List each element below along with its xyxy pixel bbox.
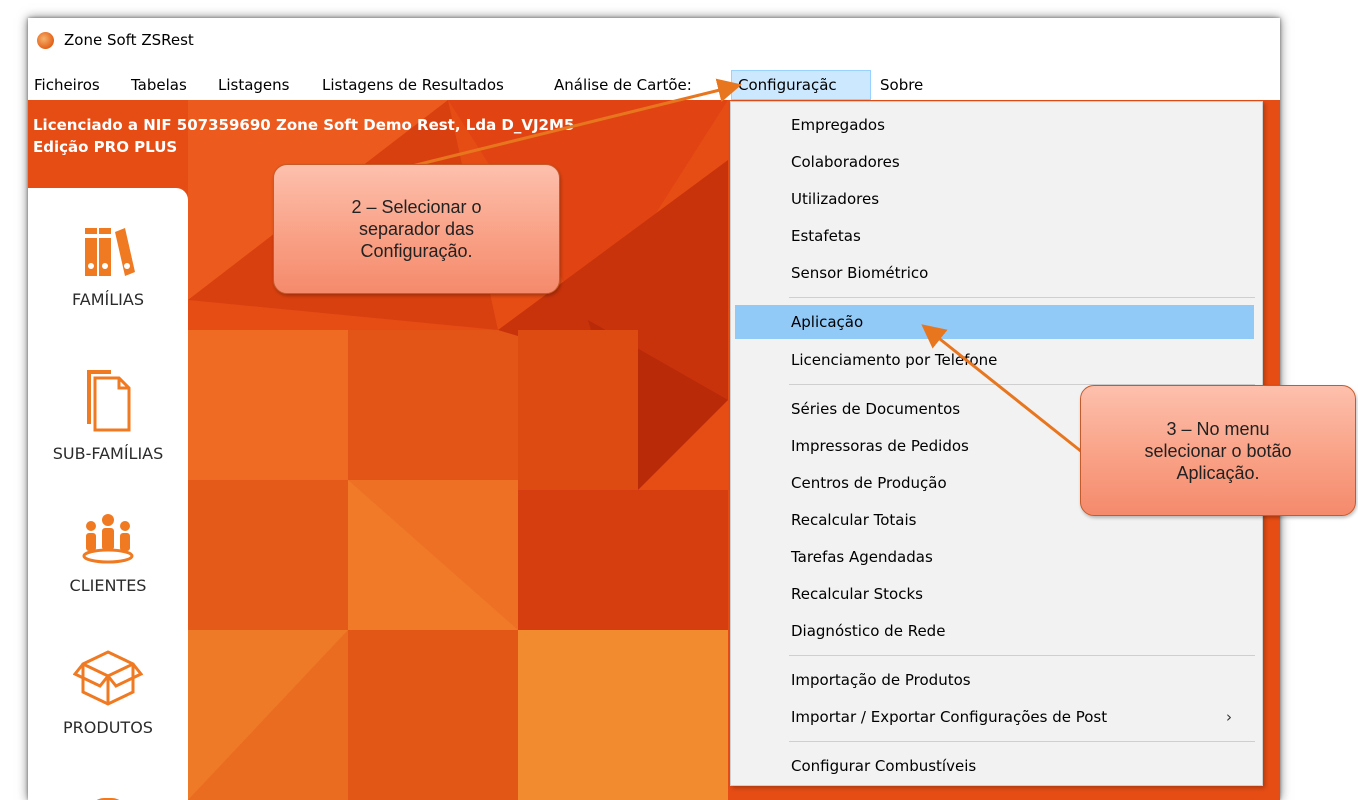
menu-item-sensor-biometrico[interactable]: Sensor Biométrico — [735, 256, 1254, 290]
callout-step-2-text: 2 – Selecionar o separador das Configura… — [351, 197, 482, 261]
menu-item-importar-exportar-configuracoes[interactable]: Importar / Exportar Configurações de Pos… — [735, 700, 1254, 734]
sidebar-item-label: FAMÍLIAS — [72, 290, 144, 309]
menu-item-empregados[interactable]: Empregados — [735, 108, 1254, 142]
callout-step-2: 2 – Selecionar o separador das Configura… — [273, 164, 560, 294]
menu-tabelas[interactable]: Tabelas — [125, 70, 193, 100]
menu-item-colaboradores[interactable]: Colaboradores — [735, 145, 1254, 179]
sidebar: FAMÍLIAS SUB-FAMÍLIAS CLIENTES PRODUTOS — [28, 188, 188, 800]
sidebar-item-sub-familias[interactable]: SUB-FAMÍLIAS — [28, 364, 188, 463]
menu-item-configurar-combustiveis[interactable]: Configurar Combustíveis — [735, 749, 1254, 783]
menu-bar: Ficheiros Tabelas Listagens Listagens de… — [28, 70, 1280, 100]
menu-analise-cartoes[interactable]: Análise de Cartõe: — [548, 70, 698, 100]
menu-item-tarefas-agendadas[interactable]: Tarefas Agendadas — [735, 540, 1254, 574]
edition-text: Edição PRO PLUS — [33, 138, 178, 156]
callout-step-3: 3 – No menu selecionar o botão Aplicação… — [1080, 385, 1356, 516]
menu-listagens[interactable]: Listagens — [212, 70, 295, 100]
menu-item-importacao-produtos[interactable]: Importação de Produtos — [735, 663, 1254, 697]
menu-separator — [789, 741, 1255, 742]
menu-item-diagnostico-rede[interactable]: Diagnóstico de Rede — [735, 614, 1254, 648]
sidebar-item-label: CLIENTES — [69, 576, 147, 595]
callout-step-3-text: 3 – No menu selecionar o botão Aplicação… — [1144, 418, 1292, 483]
people-icon — [82, 514, 134, 564]
menu-listagens-resultados[interactable]: Listagens de Resultados — [316, 70, 510, 100]
menu-item-label: Importar / Exportar Configurações de Pos… — [791, 708, 1108, 726]
menu-configuracao[interactable]: Configuraçãc — [731, 70, 871, 100]
documents-icon — [87, 370, 131, 432]
submenu-arrow-icon: › — [1226, 708, 1232, 726]
menu-separator — [789, 297, 1255, 298]
menu-ficheiros[interactable]: Ficheiros — [28, 70, 106, 100]
box-icon — [73, 650, 143, 706]
sidebar-item-clientes[interactable]: CLIENTES — [28, 510, 188, 595]
license-holder-text: Licenciado a NIF 507359690 Zone Soft Dem… — [33, 116, 575, 134]
license-info: Licenciado a NIF 507359690 Zone Soft Dem… — [33, 114, 574, 158]
menu-sobre[interactable]: Sobre — [874, 70, 929, 100]
menu-item-licenciamento-telefone[interactable]: Licenciamento por Telefone — [735, 343, 1254, 377]
binders-icon — [85, 228, 135, 276]
menu-separator — [789, 655, 1255, 656]
sidebar-item-label: PRODUTOS — [63, 718, 153, 737]
menu-item-estafetas[interactable]: Estafetas — [735, 219, 1254, 253]
title-bar: Zone Soft ZSRest — [28, 18, 1280, 68]
menu-item-utilizadores[interactable]: Utilizadores — [735, 182, 1254, 216]
zonesoft-logo-icon — [37, 32, 54, 49]
sidebar-item-label: SUB-FAMÍLIAS — [52, 444, 164, 463]
window-title: Zone Soft ZSRest — [64, 31, 194, 49]
menu-item-recalcular-stocks[interactable]: Recalcular Stocks — [735, 577, 1254, 611]
sidebar-item-familias[interactable]: FAMÍLIAS — [28, 224, 188, 309]
menu-item-aplicacao[interactable]: Aplicação — [735, 305, 1254, 339]
sidebar-item-produtos[interactable]: PRODUTOS — [28, 648, 188, 737]
